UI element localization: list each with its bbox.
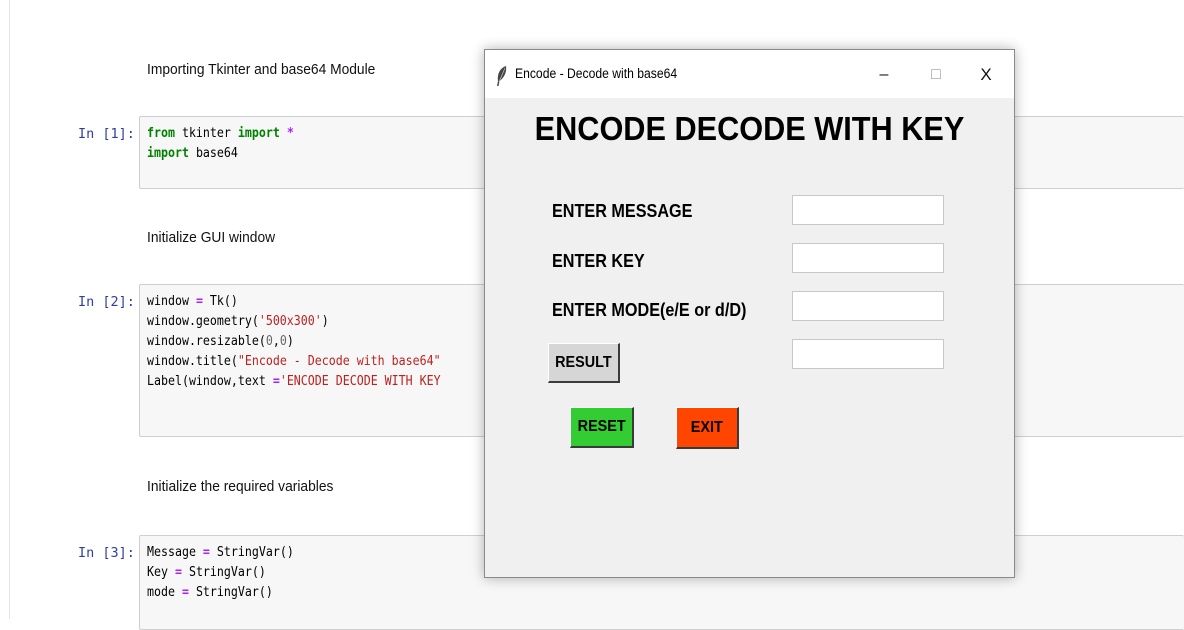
code-token: Label(window,text	[147, 373, 273, 389]
code-token: import	[147, 145, 189, 161]
window-title: Encode - Decode with base64	[515, 66, 678, 81]
code-token: Key	[147, 564, 175, 580]
feather-icon	[497, 66, 507, 86]
result-entry[interactable]	[792, 339, 944, 369]
message-entry[interactable]	[792, 195, 944, 225]
code-token: *	[279, 125, 294, 141]
code-line: mode = StringVar()	[147, 582, 1039, 602]
code-token: 'ENCODE DECODE WITH KEY	[279, 373, 441, 389]
maximize-button[interactable]: □	[913, 58, 959, 92]
code-token: base64	[188, 145, 238, 161]
minimize-button[interactable]: –	[861, 58, 907, 92]
code-token: =	[195, 293, 203, 309]
prompt-cell-3: In [3]:	[78, 545, 135, 561]
code-token: '500x300'	[258, 313, 322, 329]
code-token: import	[237, 125, 280, 141]
label-enter-mode: ENTER MODE(e/E or d/D)	[552, 300, 747, 320]
key-entry[interactable]	[792, 243, 944, 273]
markdown-init-vars: Initialize the required variables	[147, 478, 334, 495]
code-token: 0	[279, 333, 287, 349]
code-token: from	[147, 125, 175, 141]
exit-button-label: EXIT	[690, 419, 724, 436]
code-token: window.resizable(	[147, 333, 266, 349]
reset-button-label: RESET	[577, 418, 626, 435]
markdown-importing: Importing Tkinter and base64 Module	[147, 61, 376, 78]
mode-entry[interactable]	[792, 291, 944, 321]
code-token: tkinter	[174, 125, 238, 141]
label-enter-message: ENTER MESSAGE	[552, 201, 693, 221]
code-token: window.title(	[147, 353, 238, 369]
code-token: )	[286, 333, 294, 349]
code-token: window	[147, 293, 196, 309]
code-token: =	[174, 564, 182, 580]
prompt-cell-2: In [2]:	[78, 294, 135, 310]
code-token: window.geometry(	[147, 313, 259, 329]
reset-button[interactable]: RESET	[570, 407, 634, 448]
close-button[interactable]: X	[963, 58, 1009, 92]
exit-button[interactable]: EXIT	[676, 407, 739, 449]
code-token: )	[321, 313, 329, 329]
tk-window: Encode - Decode with base64 – □ X ENCODE…	[484, 49, 1015, 578]
window-titlebar[interactable]: Encode - Decode with base64 – □ X	[485, 50, 1014, 98]
result-button[interactable]: RESULT	[548, 343, 620, 383]
markdown-init-gui: Initialize GUI window	[147, 229, 276, 246]
result-button-label: RESULT	[555, 354, 612, 371]
code-token: StringVar()	[209, 544, 294, 560]
prompt-cell-1: In [1]:	[78, 126, 135, 142]
label-enter-key: ENTER KEY	[552, 251, 645, 271]
notebook-left-border	[9, 0, 10, 619]
code-token: StringVar()	[181, 564, 266, 580]
code-token: StringVar()	[188, 584, 273, 600]
app-heading: ENCODE DECODE WITH KEY	[534, 110, 965, 147]
code-token: Tk()	[202, 293, 238, 309]
code-token: mode	[147, 584, 182, 600]
code-token: "Encode - Decode with base64"	[237, 353, 441, 369]
code-token: =	[181, 584, 189, 600]
code-token: Message	[147, 544, 203, 560]
